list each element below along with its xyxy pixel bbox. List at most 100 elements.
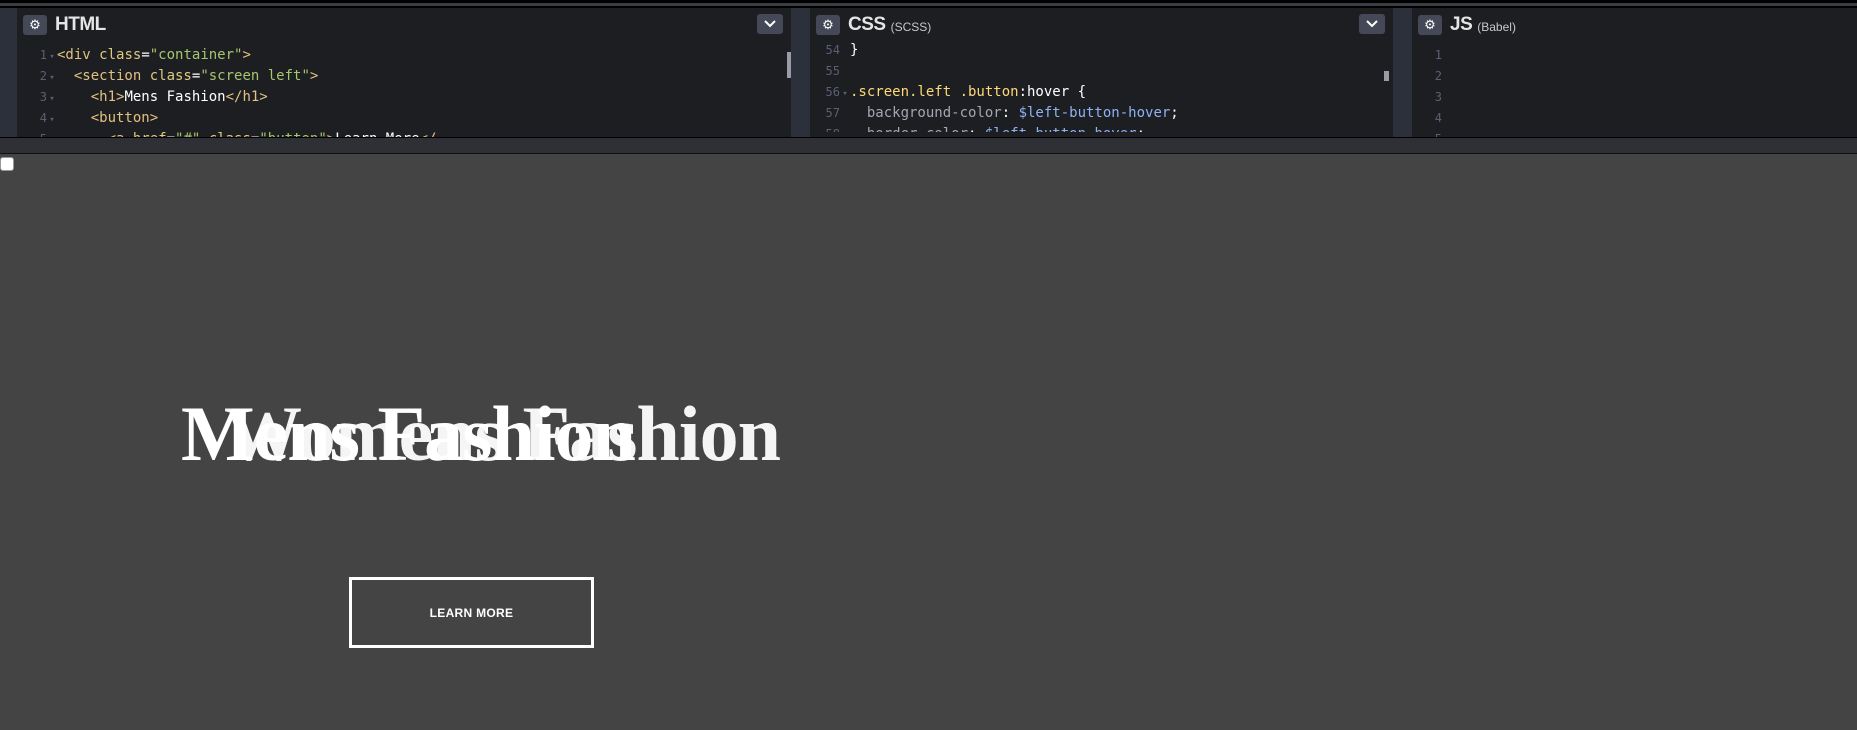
js-editor-title: JS (1450, 14, 1473, 35)
code-token: border-color (867, 126, 968, 132)
css-code-editor[interactable]: 54 } 55 56 ▾ .screen.left .button:hover {57… (810, 40, 1393, 132)
code-token: Mens Fashion (124, 89, 226, 105)
code-line[interactable]: 56 ▾ .screen.left .button:hover { (810, 82, 1393, 103)
fold-arrow-icon[interactable]: ▾ (840, 84, 850, 105)
code-token: > (242, 47, 251, 63)
fold-arrow-icon (840, 105, 850, 126)
html-editor-header: ⚙ HTML (17, 8, 791, 42)
editor-resize-handle-left[interactable] (0, 8, 17, 137)
fold-arrow-icon (1442, 89, 1452, 110)
code-line[interactable]: 5 <a href="#" class="button">Learn More<… (17, 129, 791, 137)
code-line[interactable]: 55 (810, 61, 1393, 82)
js-editor-panel: ⚙ JS (Babel) 1 2 3 4 5 (1412, 8, 1857, 137)
code-line[interactable]: 2 ▾ <section class="screen left"> (17, 66, 791, 87)
code-line[interactable]: 1 ▾ <div class="container"> (17, 45, 791, 66)
css-settings-gear-icon[interactable]: ⚙ (816, 15, 840, 35)
code-token: class (99, 47, 142, 63)
fold-arrow-icon[interactable]: ▾ (47, 47, 57, 68)
code-token: $left-button-hover (1018, 105, 1171, 121)
line-number: 55 (825, 64, 840, 78)
fold-arrow-icon (1442, 47, 1452, 68)
line-number: 57 (825, 106, 840, 120)
code-token: class (149, 68, 192, 84)
line-number: 58 (810, 124, 840, 132)
code-token: : (968, 126, 985, 132)
html-settings-gear-icon[interactable]: ⚙ (23, 15, 47, 35)
code-line[interactable]: 4 ▾ <button> (17, 108, 791, 129)
js-settings-gear-icon[interactable]: ⚙ (1418, 15, 1442, 35)
editors-area: ⚙ HTML 1 ▾ <div class="container"> 2 ▾ <sect… (0, 8, 1857, 137)
code-token: "container" (149, 47, 243, 63)
line-number: 3 (1434, 90, 1442, 104)
line-number: 1 (39, 48, 47, 62)
html-editor-title: HTML (55, 14, 106, 35)
line-number: 56 (825, 85, 840, 99)
code-token: background-color (866, 105, 1002, 121)
code-token: > (309, 68, 319, 84)
code-line[interactable]: 57 background-color: $left-button-hover; (810, 103, 1393, 124)
code-token: "screen left" (200, 68, 310, 84)
code-line[interactable]: 3 (1412, 87, 1857, 108)
css-editor-header: ⚙ CSS (SCSS) (810, 8, 1393, 42)
fold-arrow-icon (1442, 110, 1452, 131)
fold-arrow-icon (840, 63, 850, 84)
chevron-down-icon (1366, 20, 1378, 28)
css-editor-dropdown-button[interactable] (1359, 14, 1385, 34)
line-number: 3 (39, 90, 47, 104)
preview-checkbox[interactable] (0, 157, 14, 171)
top-bar-strip (0, 3, 1857, 6)
code-token: ; (1170, 105, 1179, 121)
line-number: 1 (1434, 48, 1442, 62)
code-line[interactable]: 5 (1412, 129, 1857, 137)
line-number: 2 (39, 69, 47, 83)
js-editor-header: ⚙ JS (Babel) (1412, 8, 1857, 42)
editor-resize-handle-middle[interactable] (791, 8, 810, 137)
css-editor-preprocessor-label: (SCSS) (890, 20, 932, 34)
line-number: 4 (39, 111, 47, 125)
code-token: <section (73, 68, 150, 84)
line-number: 54 (825, 43, 840, 57)
css-editor-panel: ⚙ CSS (SCSS) 54 } 55 56 ▾ .screen.left .but… (810, 8, 1393, 137)
fold-arrow-icon[interactable]: ▾ (47, 68, 57, 89)
editor-preview-resize-bar[interactable] (0, 137, 1857, 154)
code-line[interactable]: 2 (1412, 66, 1857, 87)
fold-arrow-icon (840, 126, 850, 132)
learn-more-button[interactable]: LEARN MORE (349, 577, 594, 648)
code-line[interactable]: 1 (1412, 45, 1857, 66)
fold-arrow-icon[interactable]: ▾ (47, 110, 57, 131)
code-token: <div (57, 47, 100, 63)
code-token: </h1> (225, 89, 268, 105)
result-preview: Mens Fashion Womens Fashion LEARN MORE (0, 154, 1857, 730)
code-line[interactable]: 3 ▾ <h1>Mens Fashion</h1> (17, 87, 791, 108)
line-number: 2 (1434, 69, 1442, 83)
line-number: 5 (17, 129, 47, 137)
fold-arrow-icon (840, 42, 850, 63)
code-token: } (850, 42, 859, 58)
editor-resize-handle-right[interactable] (1393, 8, 1412, 137)
code-token: :hover { (1018, 84, 1087, 100)
code-token: .screen.left .button (850, 84, 1019, 100)
js-code-editor[interactable]: 1 2 3 4 5 (1412, 45, 1857, 137)
chevron-down-icon (764, 20, 776, 28)
css-editor-scrollbar[interactable] (1384, 71, 1389, 81)
html-editor-dropdown-button[interactable] (757, 14, 783, 34)
fold-arrow-icon[interactable]: ▾ (47, 89, 57, 110)
code-line[interactable]: 54 } (810, 40, 1393, 61)
code-token: $left-button-hover (985, 126, 1137, 132)
code-token: = (141, 47, 150, 63)
code-line[interactable]: 58 border-color: $left-button-hover; (810, 124, 1393, 132)
code-token: ; (1137, 126, 1145, 132)
code-token: <button> (90, 110, 159, 126)
js-editor-preprocessor-label: (Babel) (1477, 20, 1516, 34)
css-editor-title: CSS (848, 14, 886, 35)
line-number: 5 (1412, 129, 1442, 137)
code-token: <h1> (90, 89, 125, 105)
html-editor-panel: ⚙ HTML 1 ▾ <div class="container"> 2 ▾ <sect… (17, 8, 792, 137)
code-line[interactable]: 4 (1412, 108, 1857, 129)
html-code-editor[interactable]: 1 ▾ <div class="container"> 2 ▾ <section cla… (17, 45, 791, 137)
